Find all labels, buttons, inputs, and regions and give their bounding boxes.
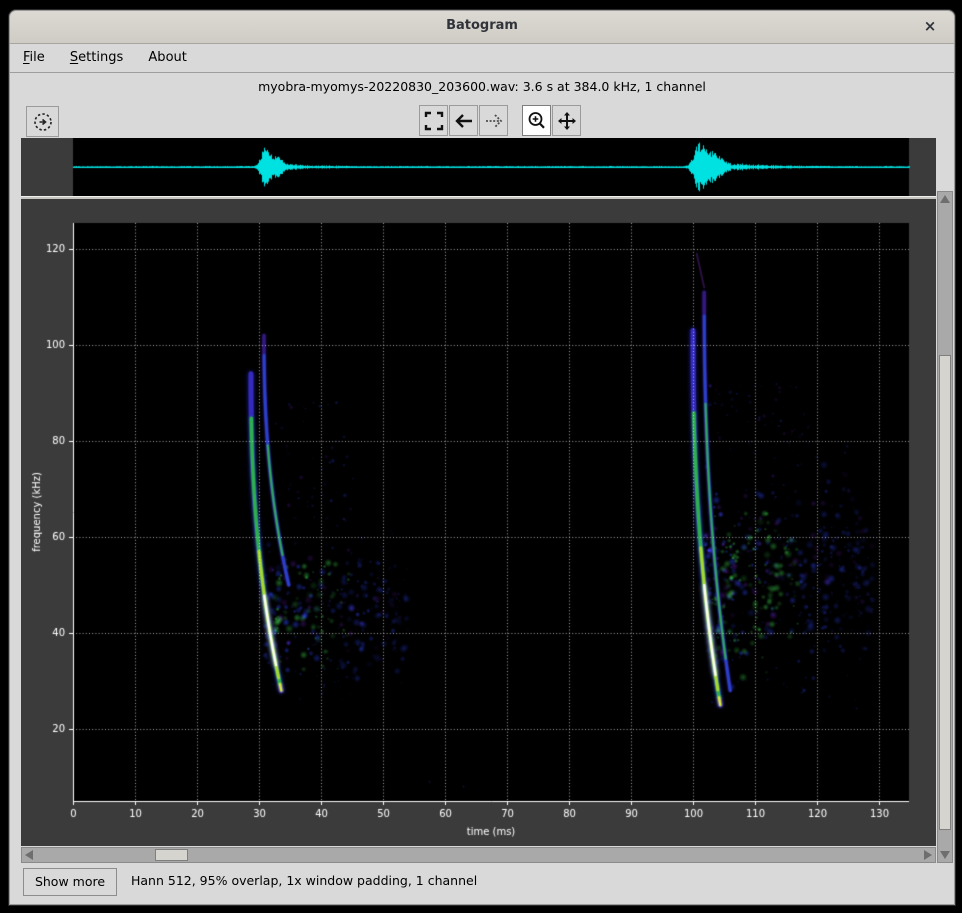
- scroll-left-icon[interactable]: [22, 848, 36, 862]
- arrow-right-dashed-icon: [484, 111, 504, 131]
- window-title: Batogram: [10, 18, 954, 33]
- status-bar: Show more Hann 512, 95% overlap, 1x wind…: [10, 863, 954, 904]
- show-more-button[interactable]: Show more: [23, 868, 117, 896]
- menu-about[interactable]: About: [144, 49, 191, 66]
- pan-tool-button[interactable]: [552, 105, 581, 136]
- file-info-label: myobra-myomys-20220830_203600.wav: 3.6 s…: [10, 79, 954, 94]
- vertical-scroll-thumb[interactable]: [939, 355, 951, 830]
- four-way-arrows-icon: [556, 110, 578, 132]
- close-icon[interactable]: ×: [920, 16, 940, 36]
- corner-brackets-icon: [424, 111, 444, 131]
- app-window: Batogram × File Settings About myobra-my…: [9, 10, 955, 905]
- reset-view-button[interactable]: [26, 106, 59, 137]
- settings-summary-label: Hann 512, 95% overlap, 1x window padding…: [131, 873, 477, 888]
- scroll-down-icon[interactable]: [938, 848, 952, 862]
- scroll-up-icon[interactable]: [938, 192, 952, 206]
- arrow-left-icon: [454, 111, 474, 131]
- fit-screen-button[interactable]: [419, 105, 448, 136]
- menu-settings[interactable]: Settings: [66, 49, 127, 66]
- horizontal-scroll-thumb[interactable]: [155, 849, 188, 861]
- menu-file[interactable]: File: [19, 49, 49, 66]
- magnifier-plus-icon: [526, 110, 548, 132]
- waveform-canvas[interactable]: [21, 138, 936, 196]
- back-button[interactable]: [449, 105, 478, 136]
- menu-bar: File Settings About: [10, 44, 954, 73]
- scroll-right-icon[interactable]: [921, 848, 935, 862]
- horizontal-scrollbar[interactable]: [21, 847, 936, 863]
- zoom-tool-button[interactable]: [522, 105, 551, 136]
- dashed-circle-arrow-icon: [32, 111, 54, 133]
- vertical-scrollbar[interactable]: [937, 191, 953, 863]
- forward-button-disabled[interactable]: [479, 105, 508, 136]
- spectrogram-panel: [21, 199, 936, 846]
- titlebar[interactable]: Batogram ×: [10, 11, 954, 44]
- spectrogram-canvas[interactable]: [21, 199, 936, 846]
- waveform-panel: [21, 138, 936, 196]
